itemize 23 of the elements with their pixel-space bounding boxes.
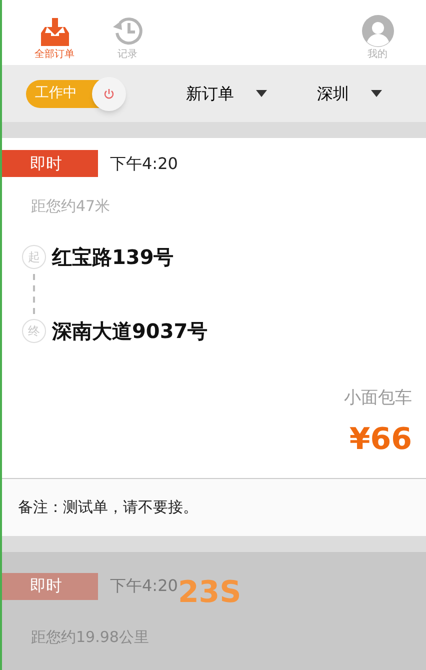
dropdown[interactable]: 深圳	[317, 82, 382, 106]
order-type-tag: 即时	[2, 150, 98, 177]
vehicle-type: 小面包车	[343, 386, 412, 410]
order-time: 下午4:20	[110, 575, 178, 597]
avatar-icon	[362, 15, 394, 47]
power-icon	[103, 88, 115, 100]
distance-text: 距您约19.98公里	[31, 627, 150, 648]
history-icon	[112, 15, 144, 47]
nav-tab[interactable]: 全部订单	[18, 0, 91, 65]
address: 深南大道9037号	[52, 318, 208, 344]
caret-icon	[256, 90, 267, 97]
order-time: 下午4:20	[110, 152, 178, 174]
download-tray-icon	[40, 17, 70, 47]
caret-icon	[371, 90, 382, 97]
nav-tab[interactable]: 记录	[91, 0, 164, 65]
address: 红宝路139号	[52, 244, 174, 270]
nav-tab[interactable]: 我的	[341, 0, 414, 65]
note-text: 备注：测试单，请不要接。	[18, 497, 198, 518]
dropdown[interactable]: 新订单	[186, 82, 267, 106]
countdown: 23S	[178, 578, 242, 608]
price: ¥66	[348, 421, 412, 459]
distance-text: 距您约47米	[31, 196, 112, 217]
order-type-tag: 即时	[2, 572, 98, 600]
